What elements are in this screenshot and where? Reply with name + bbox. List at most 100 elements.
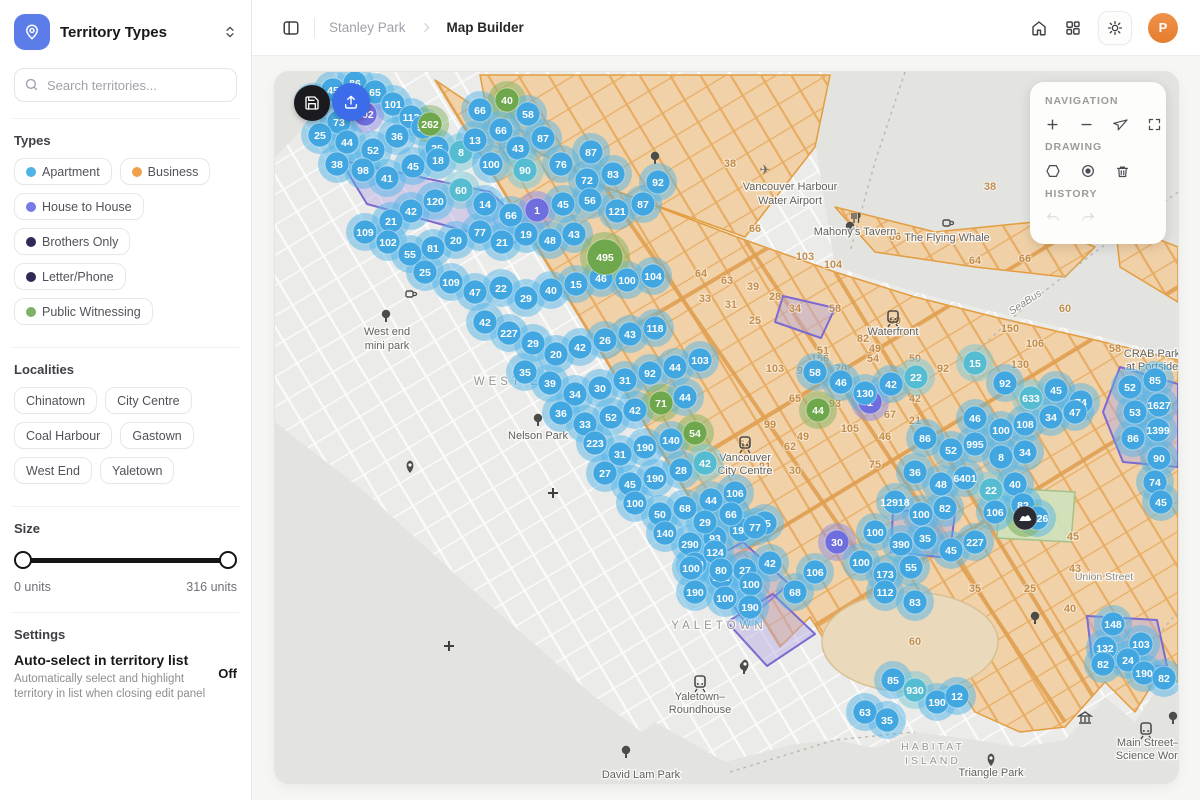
panel-switcher-icon[interactable] xyxy=(223,25,237,39)
zoom-out-button[interactable] xyxy=(1079,117,1094,132)
territory-marker[interactable]: 100 xyxy=(479,152,503,176)
territory-marker[interactable]: 100 xyxy=(713,586,737,610)
territory-marker[interactable]: 1399 xyxy=(1146,418,1170,442)
territory-marker[interactable]: 20 xyxy=(444,228,468,252)
territory-marker[interactable]: 100 xyxy=(989,418,1013,442)
breadcrumb-parent[interactable]: Stanley Park xyxy=(329,20,406,35)
territory-marker[interactable]: 40 xyxy=(539,278,563,302)
territory-marker[interactable]: 40 xyxy=(495,88,519,112)
territory-marker[interactable]: 106 xyxy=(723,481,747,505)
size-slider-track[interactable] xyxy=(23,558,228,563)
territory-marker[interactable]: 42 xyxy=(758,551,782,575)
locate-button[interactable] xyxy=(1113,117,1128,132)
territory-marker[interactable]: 190 xyxy=(683,580,707,604)
territory-marker[interactable]: 495 xyxy=(587,239,623,275)
territory-marker[interactable]: 109 xyxy=(353,220,377,244)
territory-marker[interactable]: 223 xyxy=(583,431,607,455)
territory-marker[interactable]: 22 xyxy=(904,365,928,389)
territory-marker[interactable]: 29 xyxy=(521,331,545,355)
territory-marker[interactable]: 71 xyxy=(649,391,673,415)
territory-marker[interactable]: 21 xyxy=(379,209,403,233)
territory-marker[interactable]: 20 xyxy=(544,342,568,366)
territory-marker[interactable]: 633 xyxy=(1019,386,1043,410)
locality-chip-chinatown[interactable]: Chinatown xyxy=(14,387,97,414)
territory-marker[interactable]: 45 xyxy=(1149,490,1173,514)
territory-marker[interactable]: 100 xyxy=(623,491,647,515)
territory-marker[interactable]: 18 xyxy=(426,148,450,172)
territory-marker[interactable]: 190 xyxy=(633,435,657,459)
territory-marker[interactable]: 100 xyxy=(849,550,873,574)
territory-marker[interactable]: 80 xyxy=(709,558,733,582)
undo-button[interactable] xyxy=(1045,210,1061,226)
territory-marker[interactable]: 100 xyxy=(863,520,887,544)
territory-marker[interactable]: 58 xyxy=(516,102,540,126)
territory-marker[interactable]: 29 xyxy=(693,510,717,534)
territory-marker[interactable]: 27 xyxy=(593,461,617,485)
territory-marker[interactable]: 40 xyxy=(1003,472,1027,496)
territory-marker[interactable]: 45 xyxy=(1044,378,1068,402)
territory-marker[interactable]: 68 xyxy=(673,496,697,520)
territory-marker[interactable]: 52 xyxy=(1118,375,1142,399)
territory-marker[interactable]: 77 xyxy=(468,220,492,244)
theme-toggle-button[interactable] xyxy=(1098,11,1132,45)
fullscreen-button[interactable] xyxy=(1147,117,1162,132)
territory-marker[interactable]: 87 xyxy=(579,140,603,164)
territory-marker[interactable] xyxy=(1013,506,1037,530)
territory-marker[interactable]: 44 xyxy=(663,355,687,379)
territory-marker[interactable]: 56 xyxy=(578,188,602,212)
territory-marker[interactable]: 76 xyxy=(549,152,573,176)
territory-marker[interactable]: 148 xyxy=(1101,612,1125,636)
territory-marker[interactable]: 98 xyxy=(351,158,375,182)
size-slider-min-handle[interactable] xyxy=(14,551,32,569)
type-chip-public-witnessing[interactable]: Public Witnessing xyxy=(14,298,153,325)
territory-marker[interactable]: 390 xyxy=(889,532,913,556)
territory-marker[interactable]: 39 xyxy=(538,371,562,395)
locality-chip-gastown[interactable]: Gastown xyxy=(120,422,193,449)
territory-marker[interactable]: 103 xyxy=(688,348,712,372)
territory-marker[interactable]: 227 xyxy=(963,530,987,554)
territory-marker[interactable]: 58 xyxy=(803,360,827,384)
territory-marker[interactable]: 36 xyxy=(549,401,573,425)
territory-marker[interactable]: 108 xyxy=(1013,412,1037,436)
size-slider-max-handle[interactable] xyxy=(219,551,237,569)
territory-marker[interactable]: 48 xyxy=(929,472,953,496)
territory-marker[interactable]: 44 xyxy=(806,398,830,422)
territory-marker[interactable]: 190 xyxy=(738,595,762,619)
territory-marker[interactable]: 100 xyxy=(615,268,639,292)
territory-marker[interactable]: 26 xyxy=(593,328,617,352)
territory-marker[interactable]: 90 xyxy=(1147,446,1171,470)
territory-marker[interactable]: 66 xyxy=(468,98,492,122)
territory-marker[interactable]: 8 xyxy=(989,445,1013,469)
territory-marker[interactable]: 35 xyxy=(513,360,537,384)
territory-marker[interactable]: 41 xyxy=(375,166,399,190)
territory-marker[interactable]: 42 xyxy=(693,451,717,475)
territory-marker[interactable]: 140 xyxy=(659,428,683,452)
locality-chip-yaletown[interactable]: Yaletown xyxy=(100,457,175,484)
territory-marker[interactable]: 90 xyxy=(513,158,537,182)
territory-marker[interactable]: 46 xyxy=(963,406,987,430)
territory-marker[interactable]: 54 xyxy=(683,421,707,445)
territory-marker[interactable]: 104 xyxy=(641,264,665,288)
territory-marker[interactable]: 92 xyxy=(638,361,662,385)
territory-marker[interactable]: 85 xyxy=(881,668,905,692)
territory-marker[interactable]: 112 xyxy=(873,580,897,604)
territory-marker[interactable]: 87 xyxy=(631,192,655,216)
territory-marker[interactable]: 930 xyxy=(903,678,927,702)
territory-marker[interactable]: 68 xyxy=(783,580,807,604)
territory-marker[interactable]: 1627 xyxy=(1147,393,1171,417)
territory-marker[interactable]: 120 xyxy=(423,189,447,213)
territory-marker[interactable]: 83 xyxy=(903,590,927,614)
territory-marker[interactable]: 66 xyxy=(489,118,513,142)
upload-map-button[interactable] xyxy=(332,83,370,121)
territory-marker[interactable]: 87 xyxy=(531,126,555,150)
territory-marker[interactable]: 1 xyxy=(525,198,549,222)
territory-marker[interactable]: 83 xyxy=(601,162,625,186)
territory-marker[interactable]: 92 xyxy=(993,371,1017,395)
territory-marker[interactable]: 106 xyxy=(983,500,1007,524)
territory-marker[interactable]: 21 xyxy=(490,230,514,254)
territory-marker[interactable]: 44 xyxy=(673,385,697,409)
territory-marker[interactable]: 52 xyxy=(599,405,623,429)
territory-marker[interactable]: 29 xyxy=(514,286,538,310)
territory-marker[interactable]: 22 xyxy=(979,478,1003,502)
locality-chip-west-end[interactable]: West End xyxy=(14,457,92,484)
